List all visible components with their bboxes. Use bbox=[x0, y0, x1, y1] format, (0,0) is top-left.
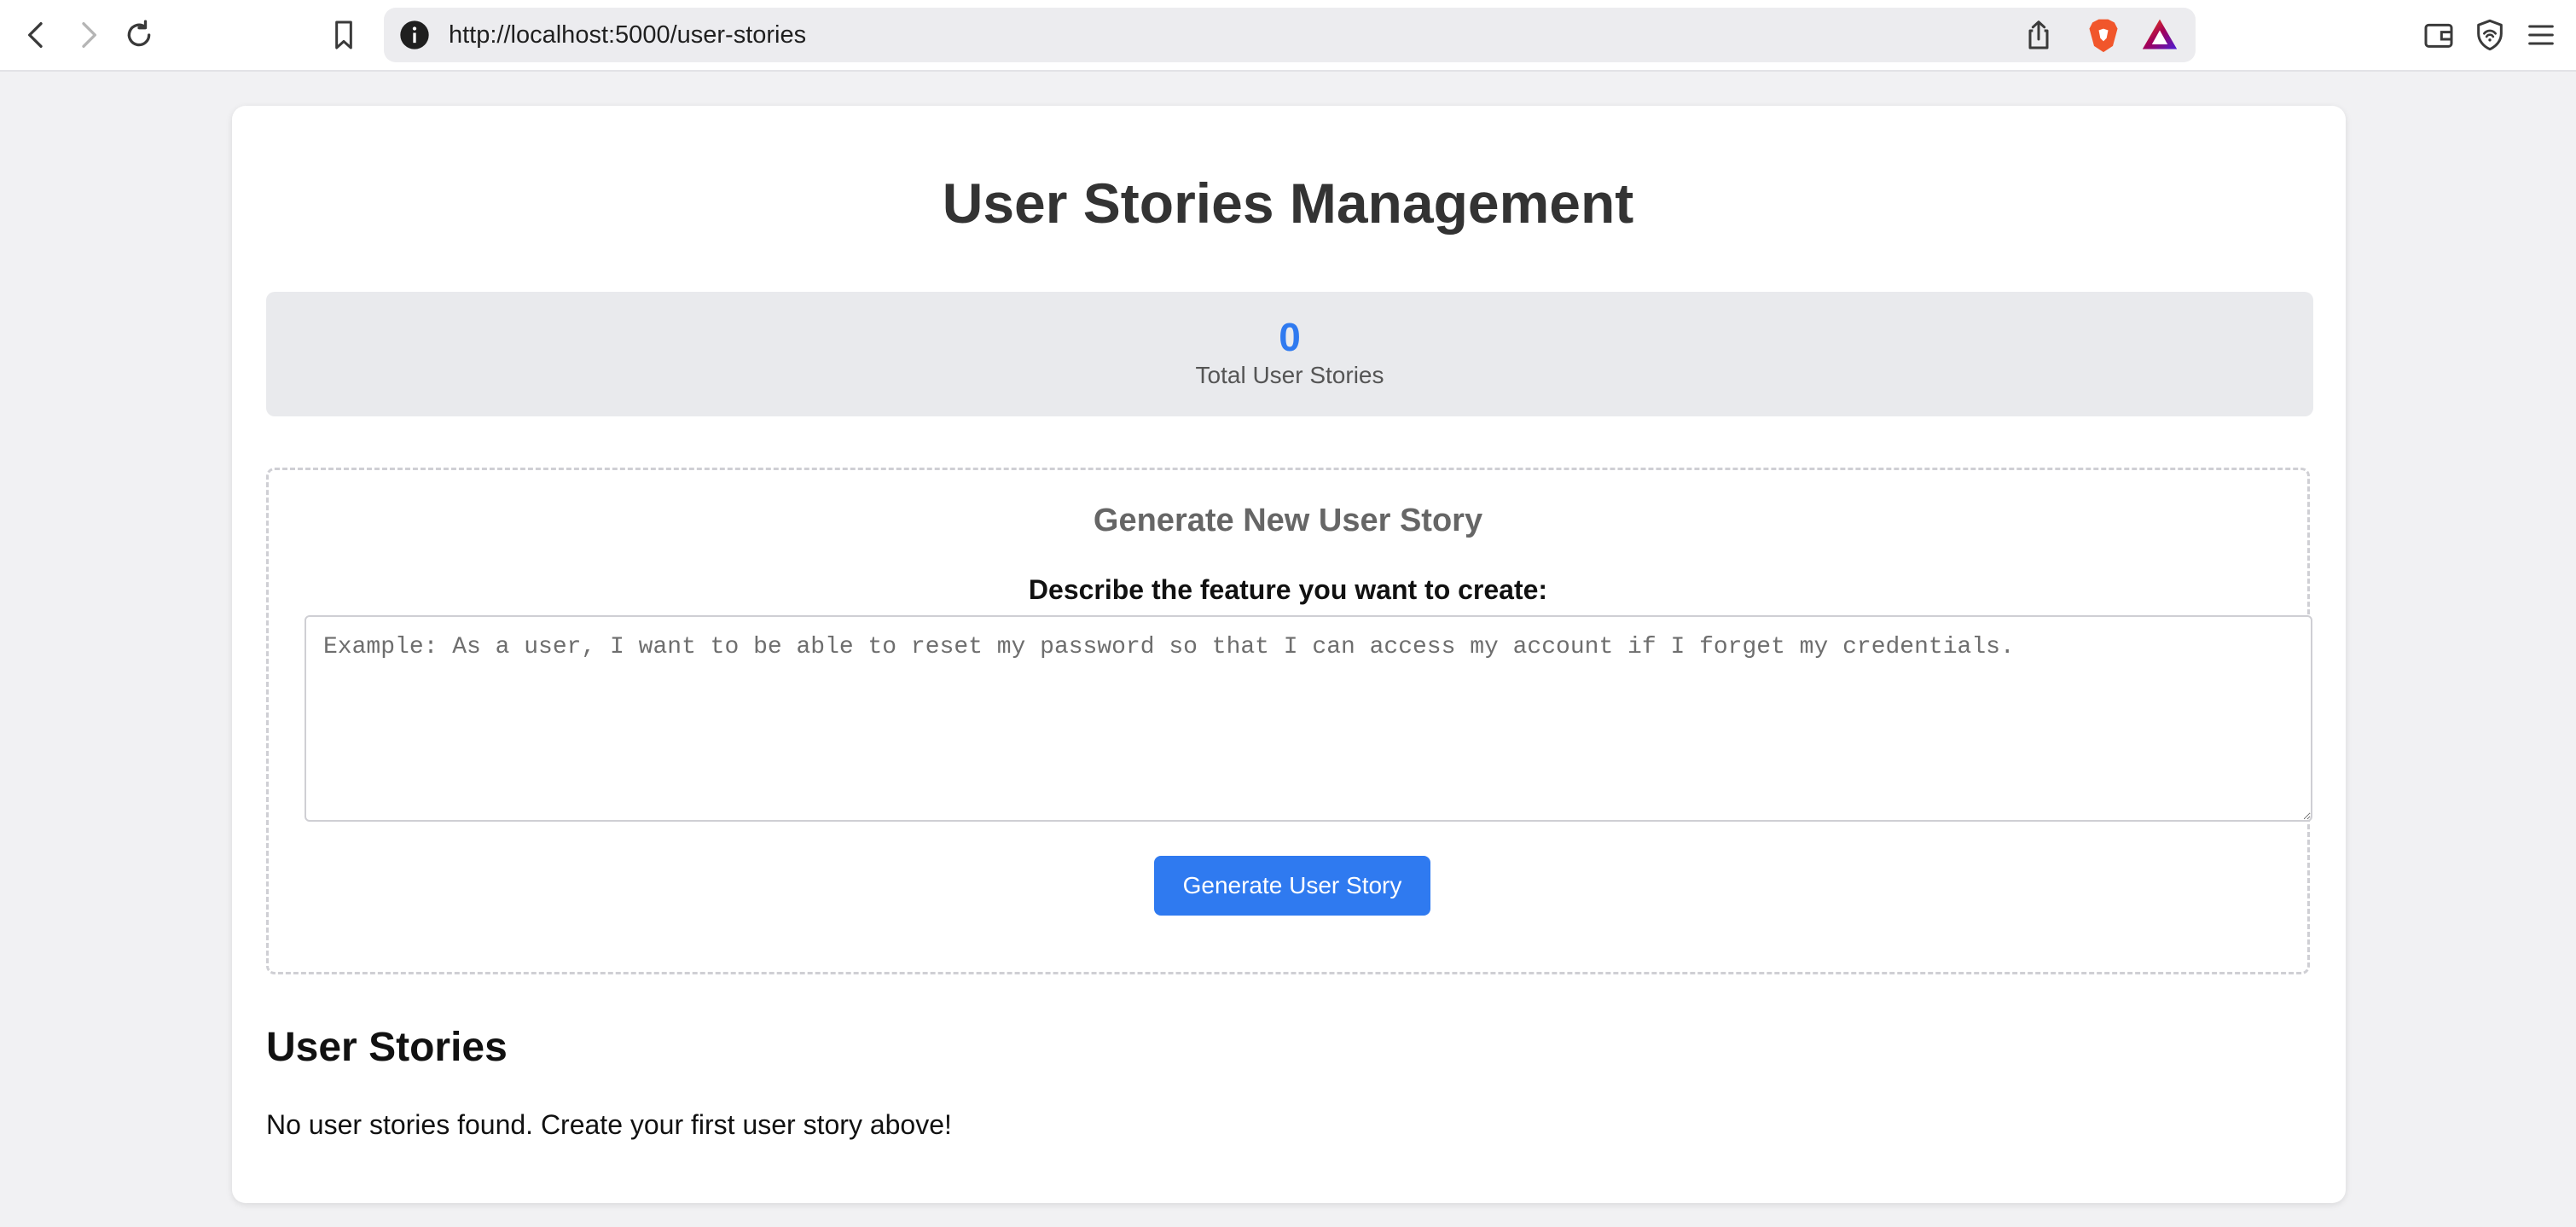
back-icon[interactable] bbox=[19, 17, 55, 53]
share-icon[interactable] bbox=[2022, 18, 2056, 52]
user-stories-heading: User Stories bbox=[266, 1025, 508, 1070]
generate-user-story-button[interactable]: Generate User Story bbox=[1154, 856, 1430, 916]
generate-panel-title: Generate New User Story bbox=[1093, 503, 1483, 538]
feature-description-label: Describe the feature you want to create: bbox=[1028, 574, 1548, 605]
feature-description-input[interactable] bbox=[305, 615, 2312, 822]
generate-story-panel: Generate New User Story Describe the fea… bbox=[266, 468, 2312, 974]
menu-icon[interactable] bbox=[2523, 17, 2559, 53]
bookmark-icon[interactable] bbox=[326, 17, 362, 53]
wallet-icon[interactable] bbox=[2421, 17, 2457, 53]
url-text[interactable]: http://localhost:5000/user-stories bbox=[449, 8, 806, 62]
address-bar[interactable]: http://localhost:5000/user-stories bbox=[384, 8, 2196, 62]
site-info-icon[interactable] bbox=[397, 18, 432, 52]
empty-state-message: No user stories found. Create your first… bbox=[266, 1109, 952, 1140]
page-title: User Stories Management bbox=[942, 172, 1634, 235]
forward-icon[interactable] bbox=[70, 17, 106, 53]
vpn-shield-icon[interactable] bbox=[2472, 17, 2508, 53]
total-stories-count: 0 bbox=[1279, 315, 1301, 359]
stats-panel: 0 Total User Stories bbox=[266, 292, 2313, 416]
brave-rewards-icon[interactable] bbox=[2141, 16, 2179, 54]
reload-icon[interactable] bbox=[121, 17, 157, 53]
browser-toolbar: http://localhost:5000/user-stories bbox=[0, 0, 2576, 72]
brave-shields-icon[interactable] bbox=[2085, 16, 2122, 54]
total-stories-label: Total User Stories bbox=[1195, 362, 1384, 388]
